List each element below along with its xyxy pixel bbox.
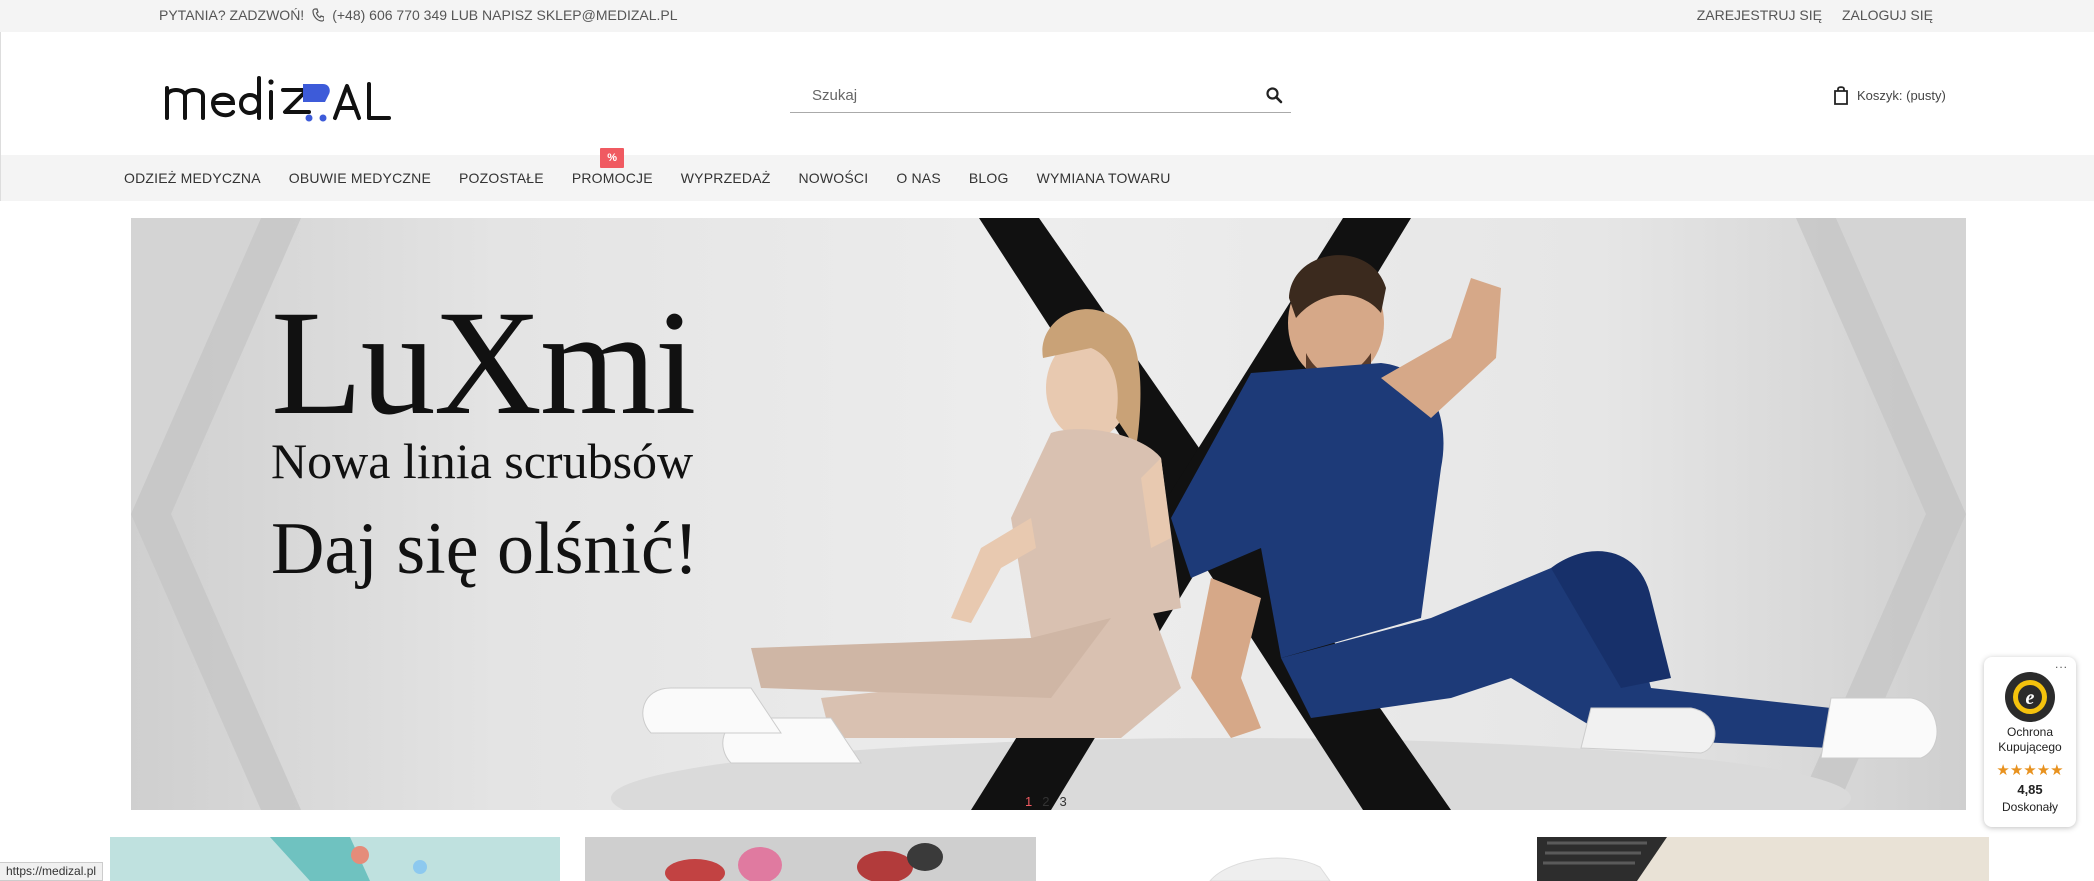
nav-item-label: OBUWIE MEDYCZNE xyxy=(288,170,432,186)
shopping-bag-icon xyxy=(1834,86,1848,105)
category-tile-3[interactable] xyxy=(1060,837,1510,881)
nav-item-label: WYMIANA TOWARU xyxy=(1036,170,1171,186)
account-links: ZAREJESTRUJ SIĘ ZALOGUJ SIĘ xyxy=(1697,7,1933,23)
nav-item-o-nas[interactable]: O NAS xyxy=(896,170,941,186)
register-link[interactable]: ZAREJESTRUJ SIĘ xyxy=(1697,7,1822,23)
trust-badge-line2: Kupującego xyxy=(1998,740,2062,754)
slider-pagination: 1 2 3 xyxy=(1025,794,1067,809)
nav-item-blog[interactable]: BLOG xyxy=(969,170,1009,186)
nav-item-label: WYPRZEDAŻ xyxy=(680,170,771,186)
tile-image xyxy=(1537,837,1667,881)
rating-label: Doskonały xyxy=(2001,800,2059,814)
category-tile-4[interactable] xyxy=(1537,837,1989,881)
contact-question: PYTANIA? ZADZWOŃ! xyxy=(159,7,305,23)
tile-image xyxy=(1209,857,1331,881)
nav-item-nowosci[interactable]: NOWOŚCI xyxy=(798,170,868,186)
contact-info: PYTANIA? ZADZWOŃ! (+48) 606 770 349 LUB … xyxy=(159,7,678,23)
trusted-shops-seal-icon: e xyxy=(2005,672,2055,722)
contact-phone-email[interactable]: (+48) 606 770 349 LUB NAPISZ SKLEP@MEDIZ… xyxy=(332,7,677,23)
hero-banner[interactable]: LuXmi Nowa linia scrubsów Daj się olśnić… xyxy=(131,218,1966,810)
slide-dot-3[interactable]: 3 xyxy=(1059,794,1066,809)
search-bar xyxy=(790,77,1291,113)
site-header: Koszyk: (pusty) xyxy=(0,32,2094,155)
trust-badge-label: Ochrona Kupującego xyxy=(1984,725,2076,755)
category-tiles xyxy=(0,837,2094,881)
cart-button[interactable]: Koszyk: (pusty) xyxy=(1833,85,1946,105)
browser-status-url: https://medizal.pl xyxy=(0,862,104,881)
nav-list: ODZIEŻ MEDYCZNA OBUWIE MEDYCZNE POZOSTAŁ… xyxy=(124,148,1199,201)
category-tile-2[interactable] xyxy=(585,837,1036,881)
nav-item-wyprzedaz[interactable]: WYPRZEDAŻ xyxy=(681,170,771,186)
medizal-logo[interactable] xyxy=(163,70,393,126)
top-bar: PYTANIA? ZADZWOŃ! (+48) 606 770 349 LUB … xyxy=(0,0,2094,32)
promo-badge: % xyxy=(600,148,625,168)
model-woman xyxy=(642,309,1181,764)
svg-text:e: e xyxy=(2026,687,2035,709)
nav-item-obuwie-medyczne[interactable]: OBUWIE MEDYCZNE xyxy=(289,170,431,186)
tile-image xyxy=(270,837,427,881)
banner-headline: LuXmi Nowa linia scrubsów Daj się olśnić… xyxy=(271,288,698,586)
slide-dot-1[interactable]: 1 xyxy=(1025,794,1032,809)
search-input[interactable] xyxy=(790,77,1250,113)
search-icon[interactable] xyxy=(1265,86,1283,104)
nav-item-label: NOWOŚCI xyxy=(798,170,869,186)
nav-item-label: ODZIEŻ MEDYCZNA xyxy=(124,170,261,186)
login-link[interactable]: ZALOGUJ SIĘ xyxy=(1842,7,1933,23)
nav-item-pozostale[interactable]: POZOSTAŁE xyxy=(459,170,544,186)
nav-item-label: PROMOCJE xyxy=(571,170,653,186)
nav-item-label: BLOG xyxy=(968,170,1009,186)
banner-subtitle: Nowa linia scrubsów xyxy=(271,433,694,489)
trust-badge-line1: Ochrona xyxy=(2006,725,2054,739)
main-navigation: ODZIEŻ MEDYCZNA OBUWIE MEDYCZNE POZOSTAŁ… xyxy=(0,148,2094,201)
nav-item-label: O NAS xyxy=(896,170,941,186)
tile-image xyxy=(665,843,943,881)
trusted-shops-badge[interactable]: ... e Ochrona Kupującego ★★★★★ 4,85 Dosk… xyxy=(1984,657,2076,827)
nav-item-promocje[interactable]: % PROMOCJE xyxy=(571,148,653,186)
nav-item-label: POZOSTAŁE xyxy=(459,170,544,186)
phone-icon xyxy=(312,8,325,22)
slide-dot-2[interactable]: 2 xyxy=(1042,794,1049,809)
category-tile-1[interactable] xyxy=(110,837,560,881)
nav-item-wymiana-towaru[interactable]: WYMIANA TOWARU xyxy=(1037,170,1171,186)
cart-label: Koszyk: (pusty) xyxy=(1857,87,1946,103)
rating-score: 4,85 xyxy=(2017,782,2043,797)
banner-tagline: Daj się olśnić! xyxy=(271,508,699,590)
banner-title: LuXmi xyxy=(271,280,696,446)
nav-item-odziez-medyczna[interactable]: ODZIEŻ MEDYCZNA xyxy=(124,170,261,186)
trust-badge-menu[interactable]: ... xyxy=(2055,657,2068,671)
rating-stars: ★★★★★ xyxy=(1996,762,2064,779)
